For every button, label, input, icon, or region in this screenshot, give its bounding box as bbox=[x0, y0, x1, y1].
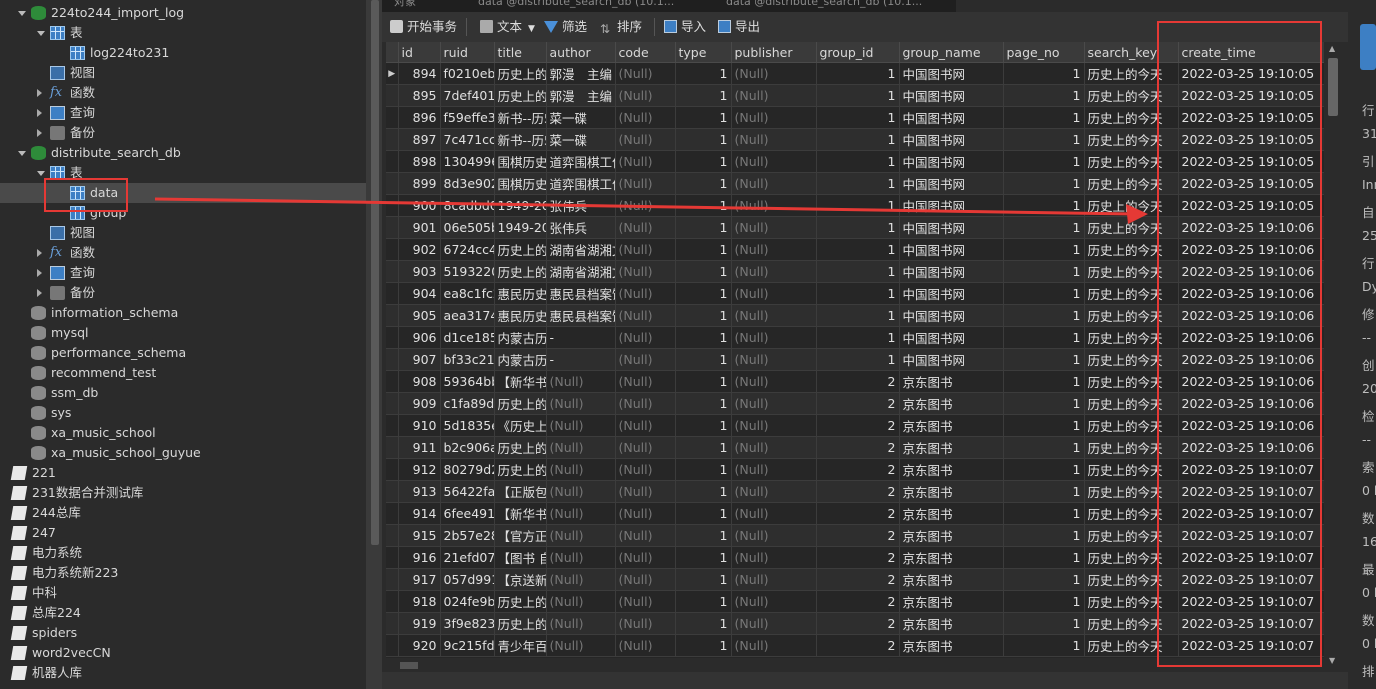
annotation-arrow bbox=[154, 197, 1148, 224]
arrow-head-icon bbox=[1126, 204, 1148, 224]
arrow-line bbox=[154, 197, 1135, 216]
